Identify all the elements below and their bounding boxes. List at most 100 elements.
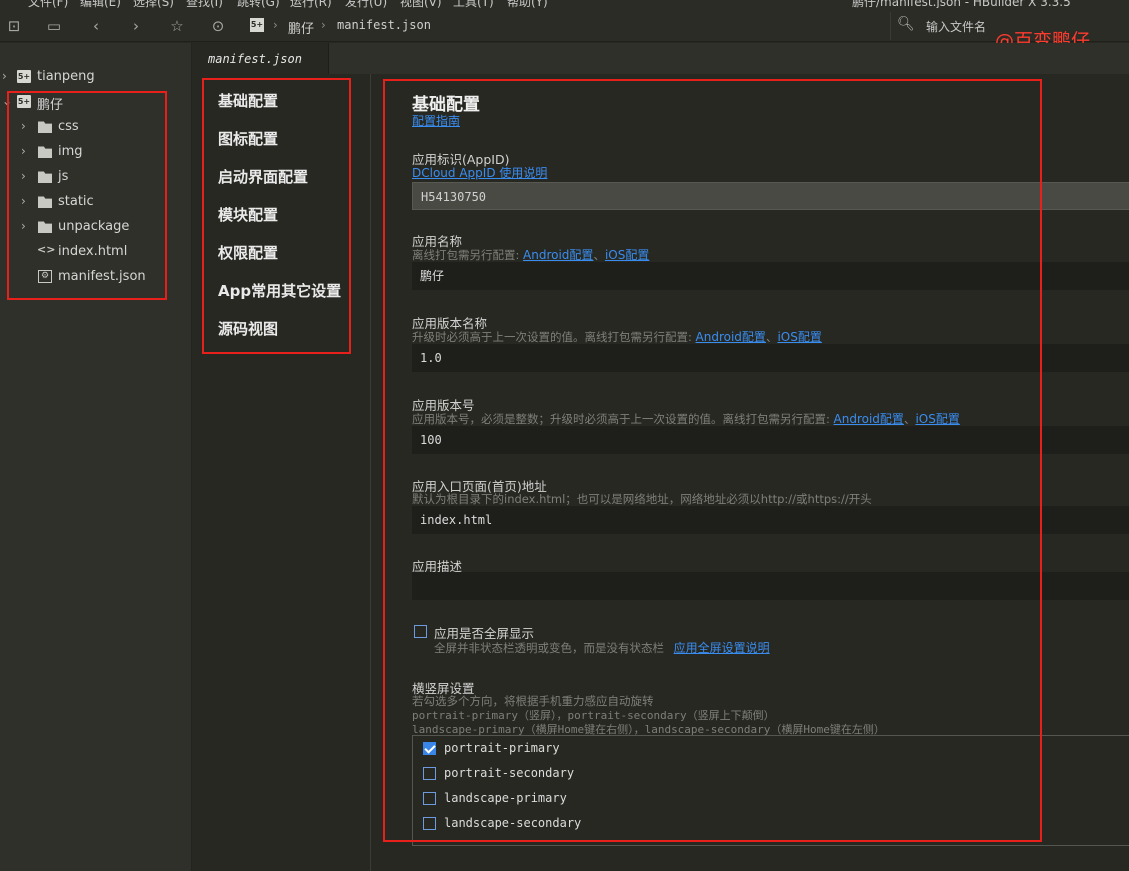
settings-file-icon: ⚙	[38, 270, 52, 283]
portrait-primary-checkbox[interactable]	[423, 742, 436, 755]
nav-permission-config[interactable]: 权限配置	[218, 242, 278, 263]
orientation-option-label: landscape-primary	[444, 791, 567, 805]
folder-icon	[38, 171, 52, 183]
app-description-field[interactable]	[412, 572, 1129, 600]
chevron-right-icon[interactable]: ›	[21, 194, 26, 208]
menu-find[interactable]: 查找(I)	[186, 0, 223, 8]
chevron-right-icon[interactable]: ›	[21, 144, 26, 158]
orientation-options: portrait-primary portrait-secondary land…	[412, 735, 1129, 846]
save-icon[interactable]: ▭	[44, 16, 64, 36]
folder-icon	[38, 221, 52, 233]
orientation-option-label: portrait-primary	[444, 741, 560, 755]
tree-item-label: unpackage	[58, 219, 130, 234]
link-separator: 、	[593, 248, 605, 262]
tree-item-label: tianpeng	[37, 69, 95, 84]
chevron-down-icon[interactable]: ⌄	[2, 94, 12, 108]
back-icon[interactable]: ‹	[86, 16, 106, 36]
ios-config-link[interactable]: iOS配置	[915, 412, 959, 426]
menu-edit[interactable]: 编辑(E)	[80, 0, 121, 8]
menu-file[interactable]: 文件(F)	[28, 0, 68, 8]
tree-item-label: index.html	[58, 244, 128, 259]
menu-bar: 文件(F) 编辑(E) 选择(S) 查找(I) 跳转(G) 运行(R) 发行(U…	[0, 0, 1129, 8]
code-file-icon: <>	[37, 243, 56, 256]
menu-tools[interactable]: 工具(T)	[453, 0, 494, 8]
tree-item-static[interactable]: › static	[0, 190, 190, 215]
tree-item-pengzai[interactable]: ⌄ 5+ 鹏仔	[0, 90, 190, 115]
fullscreen-desc: 全屏并非状态栏透明或变色，而是没有状态栏 应用全屏设置说明	[434, 639, 770, 656]
entry-page-field[interactable]: index.html	[412, 506, 1129, 534]
new-file-icon[interactable]: ⊡	[4, 16, 24, 36]
app-name-desc-text: 离线打包需另行配置:	[412, 248, 520, 262]
tree-item-label: img	[58, 144, 83, 159]
tree-item-img[interactable]: › img	[0, 140, 190, 165]
link-separator: 、	[765, 330, 778, 344]
folder-icon	[38, 146, 52, 158]
search-file-icon: 🔍︎	[897, 16, 915, 32]
project-icon: 5+	[17, 70, 31, 83]
breadcrumb-project[interactable]: 鹏仔	[288, 18, 314, 37]
breadcrumb-separator-icon: ›	[273, 18, 278, 32]
project-icon: 5+	[17, 95, 31, 108]
chevron-right-icon[interactable]: ›	[21, 119, 26, 133]
file-search-placeholder[interactable]: 输入文件名	[926, 18, 986, 35]
menu-goto[interactable]: 跳转(G)	[237, 0, 280, 8]
star-icon[interactable]: ☆	[167, 16, 187, 36]
tree-item-unpackage[interactable]: › unpackage	[0, 215, 190, 240]
ios-config-link[interactable]: iOS配置	[605, 248, 649, 262]
nav-module-config[interactable]: 模块配置	[218, 204, 278, 225]
version-code-field[interactable]: 100	[412, 426, 1129, 454]
menu-view[interactable]: 视图(V)	[400, 0, 442, 8]
fullscreen-help-link[interactable]: 应用全屏设置说明	[674, 641, 770, 655]
tree-item-tianpeng[interactable]: › 5+ tianpeng	[0, 65, 190, 90]
landscape-primary-checkbox[interactable]	[423, 792, 436, 805]
window-title: 鹏仔/manifest.json - HBuilder X 3.3.5	[852, 0, 1071, 8]
fullscreen-checkbox[interactable]	[414, 625, 427, 638]
android-config-link[interactable]: Android配置	[696, 330, 766, 344]
app-name-desc: 离线打包需另行配置: Android配置、iOS配置	[412, 246, 649, 263]
folder-icon	[38, 121, 52, 133]
folder-icon	[38, 196, 52, 208]
editor-tab-manifest[interactable]: manifest.json	[192, 43, 329, 74]
nav-app-other-settings[interactable]: App常用其它设置	[218, 280, 341, 301]
orientation-option-label: landscape-secondary	[444, 816, 582, 830]
tree-item-label: js	[58, 169, 69, 184]
fullscreen-desc-text: 全屏并非状态栏透明或变色，而是没有状态栏	[434, 641, 664, 655]
forward-icon[interactable]: ›	[126, 16, 146, 36]
tree-item-manifest-json[interactable]: ⚙ manifest.json	[0, 265, 190, 290]
editor-area: manifest.json 基础配置 图标配置 启动界面配置 模块配置 权限配置…	[192, 43, 1129, 871]
tree-item-css[interactable]: › css	[0, 115, 190, 140]
menu-publish[interactable]: 发行(U)	[345, 0, 387, 8]
appid-help-link[interactable]: DCloud AppID 使用说明	[412, 164, 547, 181]
portrait-secondary-checkbox[interactable]	[423, 767, 436, 780]
menu-select[interactable]: 选择(S)	[133, 0, 174, 8]
entry-page-desc: 默认为根目录下的index.html；也可以是网络地址，网络地址必须以http:…	[412, 492, 872, 506]
app-name-field[interactable]: 鹏仔	[412, 262, 1129, 290]
nav-basic-config[interactable]: 基础配置	[218, 90, 278, 111]
link-separator: 、	[903, 412, 916, 426]
nav-icon-config[interactable]: 图标配置	[218, 128, 278, 149]
breadcrumb-file[interactable]: manifest.json	[337, 18, 431, 32]
android-config-link[interactable]: Android配置	[523, 248, 593, 262]
landscape-secondary-checkbox[interactable]	[423, 817, 436, 830]
run-icon[interactable]: ⊙	[208, 16, 228, 36]
version-code-desc: 应用版本号，必须是整数；升级时必须高于上一次设置的值。离线打包需另行配置: An…	[412, 410, 960, 427]
tree-item-label: css	[58, 119, 79, 134]
menu-help[interactable]: 帮助(Y)	[507, 0, 548, 8]
android-config-link[interactable]: Android配置	[834, 412, 904, 426]
version-name-desc-text: 升级时必须高于上一次设置的值。离线打包需另行配置:	[412, 330, 692, 344]
menu-run[interactable]: 运行(R)	[290, 0, 332, 8]
tree-item-index-html[interactable]: <> index.html	[0, 240, 190, 265]
chevron-right-icon[interactable]: ›	[21, 219, 26, 233]
tree-item-js[interactable]: › js	[0, 165, 190, 190]
chevron-right-icon[interactable]: ›	[21, 169, 26, 183]
nav-splash-config[interactable]: 启动界面配置	[218, 166, 308, 187]
version-name-field[interactable]: 1.0	[412, 344, 1129, 372]
tree-item-label: 鹏仔	[37, 98, 64, 113]
ios-config-link[interactable]: iOS配置	[777, 330, 821, 344]
chevron-right-icon[interactable]: ›	[2, 69, 7, 83]
config-guide-link[interactable]: 配置指南	[412, 112, 460, 129]
tree-item-label: manifest.json	[58, 269, 146, 284]
project-explorer: › 5+ tianpeng ⌄ 5+ 鹏仔 › css › img › js ›…	[0, 43, 192, 871]
project-icon: 5+	[250, 18, 264, 32]
nav-source-view[interactable]: 源码视图	[218, 318, 278, 339]
